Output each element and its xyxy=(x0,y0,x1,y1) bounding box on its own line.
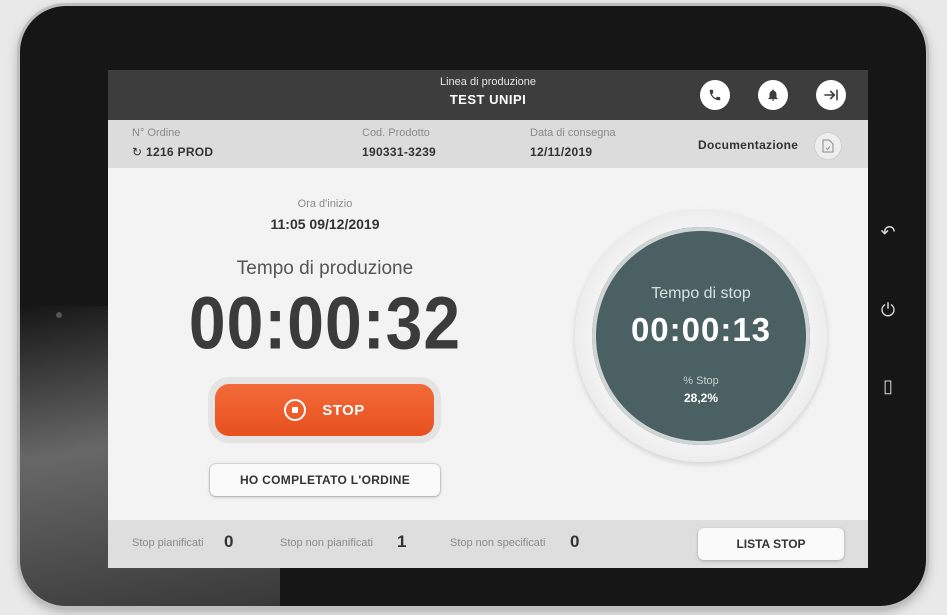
stop-list-button[interactable]: LISTA STOP xyxy=(698,528,844,560)
stop-percent-label: % Stop xyxy=(683,375,719,387)
delivery-label: Data di consegna xyxy=(530,127,616,139)
product-label: Cod. Prodotto xyxy=(362,127,430,139)
document-icon[interactable] xyxy=(814,132,842,160)
production-timer: 00:00:32 xyxy=(188,281,462,364)
unplanned-stops-value: 1 xyxy=(397,532,407,551)
camera-dot xyxy=(56,312,62,318)
stop-button-label: STOP xyxy=(322,401,365,419)
stop-time-label: Tempo di stop xyxy=(651,285,751,302)
recent-apps-icon[interactable]: ▯ xyxy=(876,376,900,397)
bell-icon[interactable] xyxy=(758,80,788,110)
stop-summary-bar: Stop pianificati 0 Stop non pianificati … xyxy=(108,520,868,568)
stop-icon xyxy=(284,399,307,421)
order-info-bar: N° Ordine ↻ 1216 PROD Cod. Prodotto 1903… xyxy=(108,120,868,168)
unspecified-stops-label: Stop non specificati xyxy=(450,537,546,549)
stop-timer: 00:00:13 xyxy=(630,311,772,348)
start-time-value: 11:05 09/12/2019 xyxy=(270,216,380,232)
header-title: TEST UNIPI xyxy=(449,92,527,107)
app-screen: Linea di produzione TEST UNIPI N° Ordine… xyxy=(108,70,868,568)
complete-order-button[interactable]: HO COMPLETATO L'ORDINE xyxy=(210,464,440,496)
logout-icon[interactable] xyxy=(816,80,846,110)
back-icon[interactable]: ↶ xyxy=(876,222,900,243)
order-value-group: ↻ 1216 PROD xyxy=(132,145,213,159)
production-time-label: Tempo di produzione xyxy=(236,258,414,279)
unspecified-stops-value: 0 xyxy=(570,532,580,551)
phone-icon[interactable] xyxy=(700,80,730,110)
planned-stops-value: 0 xyxy=(224,532,234,551)
main-panel: Ora d'inizio 11:05 09/12/2019 Tempo di p… xyxy=(108,168,868,520)
delivery-value: 12/11/2019 xyxy=(530,145,593,159)
stop-button[interactable]: STOP xyxy=(215,384,434,436)
header-subtitle: Linea di produzione xyxy=(439,76,537,88)
refresh-icon[interactable]: ↻ xyxy=(132,145,142,159)
stop-dial: Tempo di stop 00:00:13 % Stop 28,2% xyxy=(592,227,810,445)
planned-stops-label: Stop pianificati xyxy=(132,537,204,549)
home-icon[interactable]: ⏻ xyxy=(876,300,900,321)
header-bar: Linea di produzione TEST UNIPI xyxy=(108,70,868,120)
order-label: N° Ordine xyxy=(132,127,181,139)
product-value: 190331-3239 xyxy=(362,145,437,159)
tablet-frame: ↶ ⏻ ▯ Linea di produzione TEST UNIPI N° … xyxy=(20,6,926,606)
stop-percent-value: 28,2% xyxy=(683,391,719,405)
start-time-label: Ora d'inizio xyxy=(297,198,353,210)
order-value: 1216 PROD xyxy=(146,145,214,159)
documentation-label[interactable]: Documentazione xyxy=(698,138,798,152)
unplanned-stops-label: Stop non pianificati xyxy=(280,537,373,549)
